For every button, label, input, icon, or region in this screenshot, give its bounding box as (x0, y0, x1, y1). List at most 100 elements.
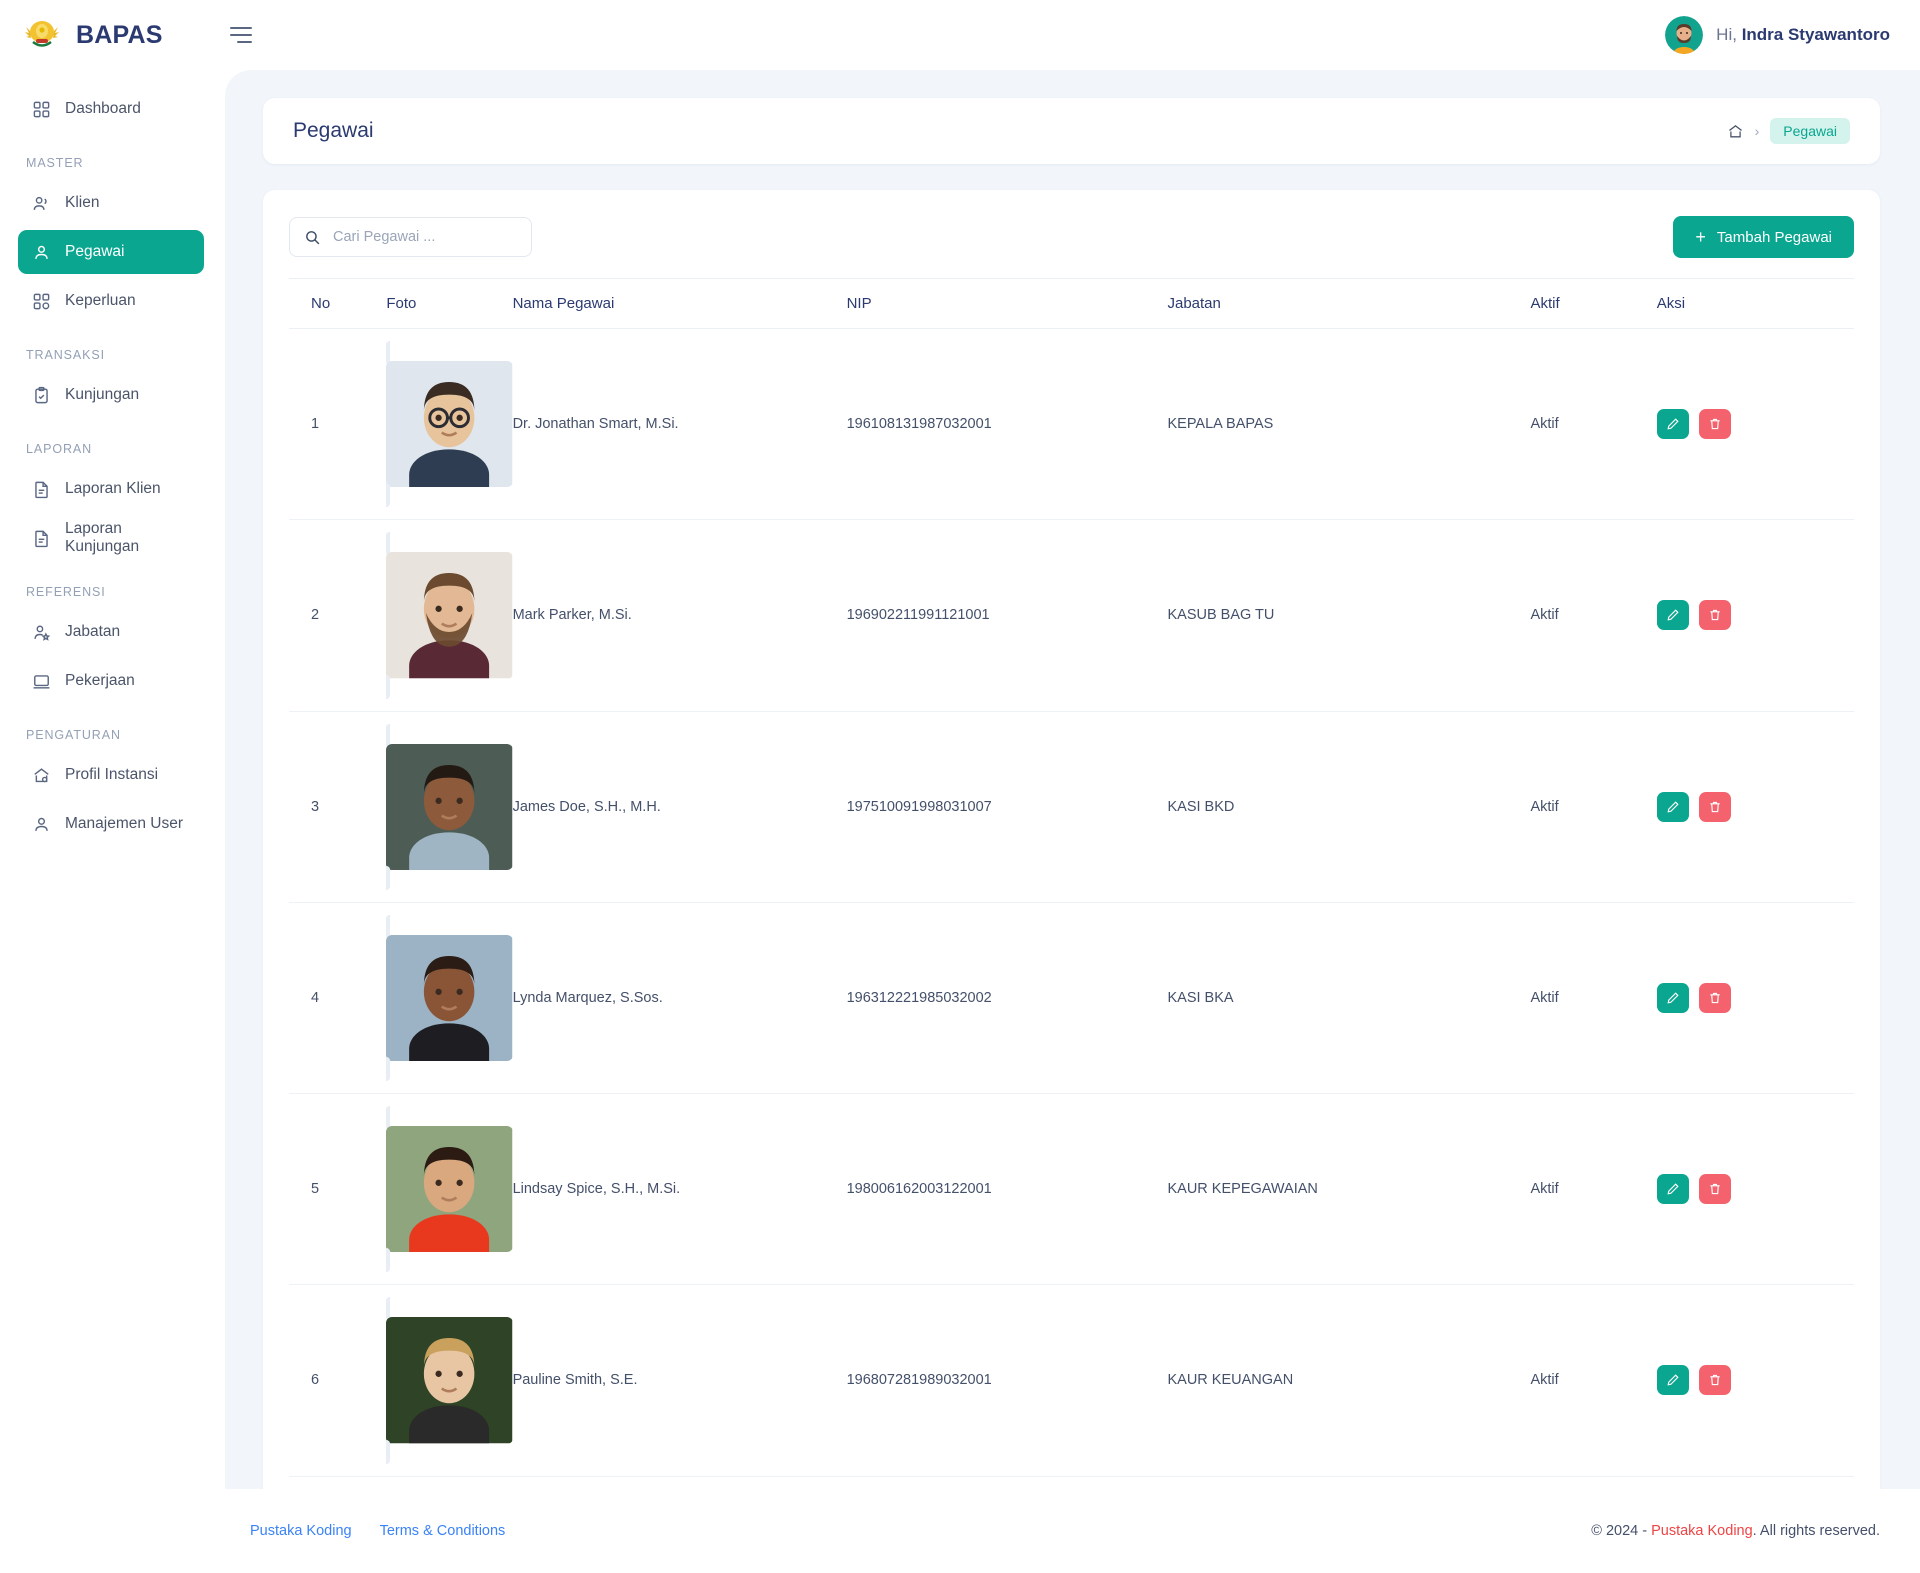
delete-button[interactable] (1698, 1174, 1731, 1205)
brand[interactable]: BAPAS (22, 15, 202, 55)
grid-icon (32, 100, 51, 119)
delete-button[interactable] (1698, 600, 1731, 631)
sidebar-item-klien[interactable]: Klien (18, 181, 204, 225)
pencil-icon (1666, 608, 1680, 622)
cell-aksi (1656, 1093, 1854, 1286)
pencil-icon (1666, 800, 1680, 814)
cell-aktif: Aktif (1530, 902, 1657, 1095)
search-input[interactable] (333, 229, 517, 245)
delete-button[interactable] (1698, 1365, 1731, 1396)
edit-button[interactable] (1656, 791, 1689, 822)
footer-copyright: © 2024 - Pustaka Koding. All rights rese… (1591, 1523, 1880, 1539)
row-actions (1656, 600, 1854, 631)
cell-foto (386, 519, 513, 712)
edit-button[interactable] (1656, 409, 1689, 440)
cell-no: 6 (289, 1284, 387, 1477)
table-row: 6 Pauline Smith, S.E. 196807281989032001… (289, 1284, 1854, 1477)
table-row: 5 Lindsay Spice, S.H., M.Si. 19800616200… (289, 1093, 1854, 1286)
row-actions (1656, 982, 1854, 1013)
cell-no: 7 (289, 1476, 387, 1489)
cell-nip: 196902211991121001 (846, 519, 1168, 712)
copyright-post: . All rights reserved. (1752, 1523, 1880, 1539)
add-pegawai-button[interactable]: + Tambah Pegawai (1673, 216, 1854, 258)
row-actions (1656, 791, 1854, 822)
trash-icon (1708, 608, 1722, 622)
row-actions (1656, 409, 1854, 440)
table-row: 7 Marsha Singer, S.I.P. 1975042819990320… (289, 1476, 1854, 1489)
sidebar-group-transaksi: TRANSAKSI (26, 348, 105, 362)
avatar (1665, 16, 1704, 54)
sidebar-item-keperluan[interactable]: Keperluan (18, 279, 204, 323)
search-box[interactable] (289, 217, 532, 257)
copyright-brand[interactable]: Pustaka Koding (1651, 1523, 1753, 1539)
sidebar-item-pekerjaan[interactable]: Pekerjaan (18, 659, 204, 703)
footer-link-terms[interactable]: Terms & Conditions (380, 1523, 506, 1539)
cell-aksi (1656, 328, 1854, 521)
sidebar-item-label: Kunjungan (65, 386, 140, 403)
employee-photo (386, 914, 513, 1081)
sidebar-item-pegawai[interactable]: Pegawai (18, 230, 204, 274)
sidebar-item-laporan-klien[interactable]: Laporan Klien (18, 467, 204, 511)
sidebar-item-manajemen-user[interactable]: Manajemen User (18, 802, 204, 846)
file-text-icon (32, 480, 51, 499)
cell-nama: Marsha Singer, S.I.P. (512, 1476, 847, 1489)
sidebar-item-label: Laporan Klien (65, 480, 161, 497)
table-card: + Tambah Pegawai No Foto Nama Pegawai NI… (263, 190, 1880, 1489)
sidebar-item-label: Klien (65, 194, 100, 211)
sidebar-group-referensi: REFERENSI (26, 585, 106, 599)
sidebar-item-dashboard[interactable]: Dashboard (18, 87, 204, 131)
cell-aksi (1656, 711, 1854, 903)
app-root: BAPAS Hi, Indra Styawantoro Dashboard MA… (0, 0, 1920, 1573)
cell-jabatan: KASI BKA (1167, 902, 1531, 1095)
table-row: 3 James Doe, S.H., M.H. 1975100919980310… (289, 711, 1854, 903)
edit-button[interactable] (1656, 982, 1689, 1013)
page-header-card: Pegawai › Pegawai (263, 98, 1880, 164)
trash-icon (1708, 991, 1722, 1005)
column-header-jabatan: Jabatan (1167, 278, 1531, 329)
garuda-emblem-logo-icon (22, 15, 62, 55)
trash-icon (1708, 1182, 1722, 1196)
cell-nama: James Doe, S.H., M.H. (512, 711, 847, 903)
cell-nip: 197510091998031007 (846, 711, 1168, 903)
cell-nip: 196807281989032001 (846, 1284, 1168, 1477)
sidebar-item-profil-instansi[interactable]: Profil Instansi (18, 753, 204, 797)
cell-jabatan: KEPALA BAPAS (1167, 328, 1531, 521)
cell-aksi (1656, 1284, 1854, 1477)
trash-icon (1708, 800, 1722, 814)
cell-nama: Dr. Jonathan Smart, M.Si. (512, 328, 847, 521)
sidebar-item-label: Pegawai (65, 243, 125, 260)
sidebar: Dashboard MASTER Klien Pegawai Keperluan… (0, 70, 225, 1573)
hamburger-icon[interactable] (230, 27, 252, 43)
edit-button[interactable] (1656, 1365, 1689, 1396)
sidebar-item-laporan-kunjungan[interactable]: Laporan Kunjungan (18, 516, 204, 560)
column-header-aktif: Aktif (1530, 278, 1657, 329)
delete-button[interactable] (1698, 791, 1731, 822)
home-icon[interactable] (1727, 123, 1744, 140)
user-icon (32, 243, 51, 262)
sidebar-item-jabatan[interactable]: Jabatan (18, 610, 204, 654)
user-icon (32, 815, 51, 834)
sidebar-item-kunjungan[interactable]: Kunjungan (18, 373, 204, 417)
main-content: Pegawai › Pegawai Cari Pegawai ... + Tam… (225, 70, 1920, 1573)
footer-link-brand[interactable]: Pustaka Koding (250, 1523, 352, 1539)
user-greeting: Hi, Indra Styawantoro (1716, 25, 1890, 45)
delete-button[interactable] (1698, 409, 1731, 440)
trash-icon (1708, 417, 1722, 431)
user-menu[interactable]: Hi, Indra Styawantoro (1665, 16, 1890, 54)
search-icon (304, 229, 321, 246)
sidebar-item-label: Laporan Kunjungan (65, 520, 140, 555)
table-body: 1 Dr. Jonathan Smart, M.Si. 196108131987… (289, 328, 1854, 1489)
monitor-icon (32, 672, 51, 691)
table-row: 4 Lynda Marquez, S.Sos. 1963122219850320… (289, 902, 1854, 1095)
delete-button[interactable] (1698, 982, 1731, 1013)
cell-foto (386, 902, 513, 1095)
cell-nama: Mark Parker, M.Si. (512, 519, 847, 712)
cell-foto (386, 711, 513, 903)
footer: Pustaka Koding Terms & Conditions © 2024… (225, 1489, 1920, 1573)
cell-nip: 197504281999032001 (846, 1476, 1168, 1489)
cell-no: 4 (289, 902, 387, 1095)
breadcrumb: › Pegawai (1727, 118, 1850, 144)
cell-nip: 198006162003122001 (846, 1093, 1168, 1286)
edit-button[interactable] (1656, 600, 1689, 631)
edit-button[interactable] (1656, 1174, 1689, 1205)
